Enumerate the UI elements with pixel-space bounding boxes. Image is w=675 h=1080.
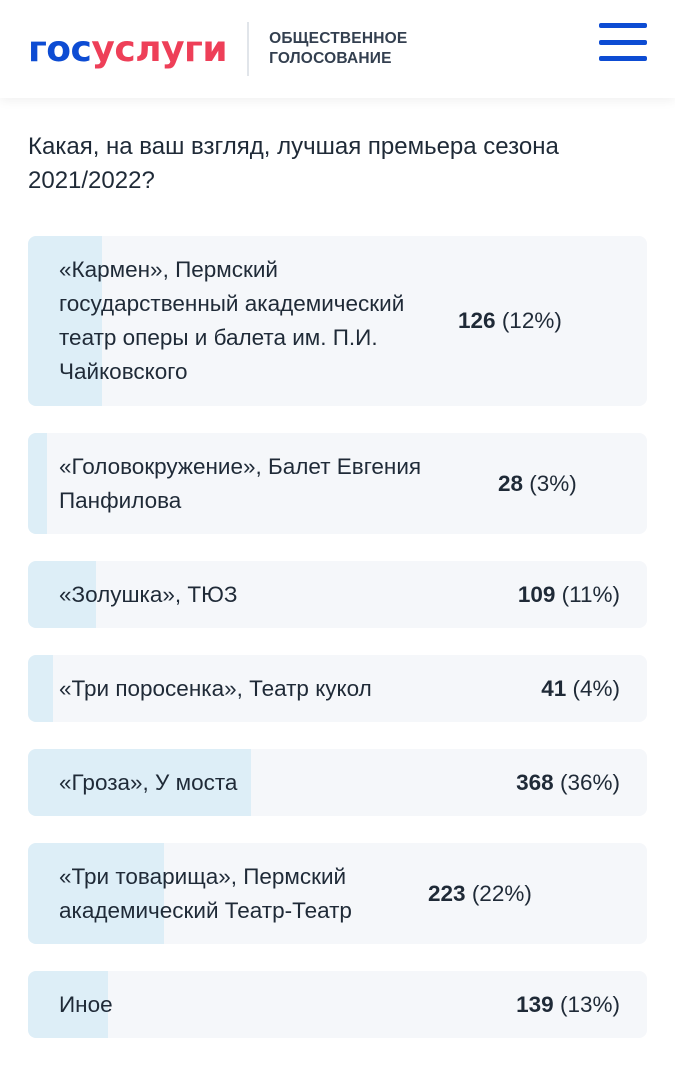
vote-count: 41: [541, 675, 567, 701]
option-label: «Три товарища», Пермский академический Т…: [59, 863, 352, 923]
option-result: 126 (12%): [458, 308, 589, 334]
poll-option[interactable]: «Гроза», У моста 368 (36%): [28, 749, 647, 816]
vote-count: 28: [498, 470, 524, 496]
subtitle-line-1: ОБЩЕСТВЕННОЕ: [269, 30, 408, 47]
subtitle-line-2: ГОЛОСОВАНИЕ: [269, 50, 392, 67]
header-divider: [247, 22, 250, 76]
site-header: гос услуги ОБЩЕСТВЕННОЕ ГОЛОСОВАНИЕ: [0, 0, 675, 98]
service-subtitle: ОБЩЕСТВЕННОЕ ГОЛОСОВАНИЕ: [269, 29, 407, 69]
option-result: 139 (13%): [516, 992, 647, 1018]
gosuslugi-logo[interactable]: гос услуги: [28, 28, 228, 70]
vote-count: 223: [428, 880, 466, 906]
option-label: «Головокружение», Балет Евгения Панфилов…: [59, 453, 422, 513]
poll-question: Какая, на ваш взгляд, лучшая премьера се…: [28, 133, 559, 194]
vote-percent: (22%): [471, 880, 532, 906]
option-result: 28 (3%): [498, 471, 604, 497]
option-result: 368 (36%): [516, 770, 647, 796]
option-label: Иное: [59, 991, 113, 1017]
poll-option[interactable]: «Золушка», ТЮЗ 109 (11%): [28, 561, 647, 628]
option-result: 109 (11%): [518, 582, 647, 608]
option-label: «Золушка», ТЮЗ: [59, 581, 238, 607]
menu-bar: [599, 39, 647, 45]
poll-option[interactable]: «Головокружение», Балет Евгения Панфилов…: [28, 433, 647, 534]
vote-count: 109: [517, 581, 556, 607]
poll-option[interactable]: «Три товарища», Пермский академический Т…: [28, 843, 647, 944]
vote-percent: (12%): [501, 308, 562, 333]
option-label: «Кармен», Пермский государственный акаде…: [59, 257, 405, 384]
option-label: «Три поросенка», Театр кукол: [59, 675, 372, 701]
option-result: 223 (22%): [428, 881, 559, 907]
logo-part-gos: гос: [28, 28, 92, 70]
poll-option[interactable]: Иное 139 (13%): [28, 971, 647, 1038]
vote-count: 368: [516, 769, 554, 795]
vote-percent: (3%): [529, 470, 577, 496]
logo-part-uslugi: услуги: [91, 28, 228, 70]
menu-bar: [599, 56, 647, 61]
option-label: «Гроза», У моста: [59, 769, 238, 795]
hamburger-menu-icon[interactable]: [599, 23, 647, 61]
vote-count: 139: [516, 991, 554, 1017]
poll-options: «Кармен», Пермский государственный акаде…: [28, 236, 647, 1038]
vote-percent: (11%): [561, 581, 620, 607]
vote-percent: (4%): [572, 675, 620, 701]
poll-option[interactable]: «Кармен», Пермский государственный акаде…: [28, 236, 647, 406]
option-result: 41 (4%): [541, 676, 647, 702]
poll-option[interactable]: «Три поросенка», Театр кукол 41 (4%): [28, 655, 647, 722]
vote-count: 126: [458, 308, 496, 333]
menu-bar: [599, 23, 647, 28]
vote-percent: (36%): [559, 769, 620, 795]
vote-percent: (13%): [559, 991, 620, 1017]
